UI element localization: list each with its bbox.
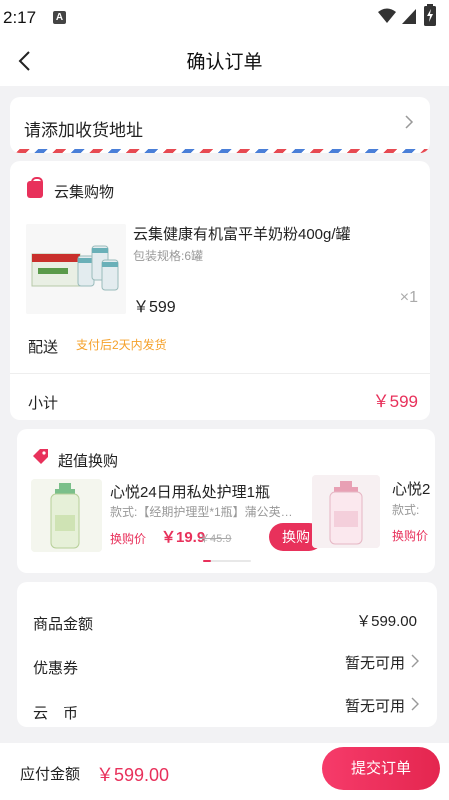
cloud-coin-label: 云 币 [33, 705, 79, 722]
status-time: 2:17 [3, 8, 37, 27]
product-name: 云集健康有机富平羊奶粉400g/罐 [133, 226, 351, 243]
cloud-coin-value[interactable]: 暂无可用 [345, 695, 405, 716]
shipping-label: 配送 [28, 339, 59, 356]
swap-price-label: 换购价 [392, 529, 429, 543]
chevron-right-icon[interactable] [411, 697, 419, 711]
swap-item-spec: 款式:【经期护理型*1瓶】蒲公英… [110, 505, 293, 519]
status-bar: 2:17 A [0, 0, 449, 36]
swap-original-price: ￥45.9 [199, 533, 232, 545]
product-price: ￥599 [133, 299, 176, 316]
notification-app-icon: A [53, 11, 66, 24]
wifi-icon [378, 8, 396, 23]
product-quantity: ×1 [399, 289, 418, 306]
divider [10, 373, 430, 374]
add-address-label: 请添加收货地址 [24, 121, 143, 140]
total-amount-value: ￥599.00 [96, 765, 170, 785]
chevron-right-icon [405, 115, 414, 129]
swap-item-name: 心悦2 [392, 481, 431, 498]
goods-amount-value: ￥599.00 [356, 613, 417, 630]
add-address-card[interactable]: 请添加收货地址 [10, 97, 430, 153]
swap-item-spec: 款式: [392, 503, 420, 517]
carousel-indicator [203, 560, 251, 562]
swap-deal-title: 超值换购 [58, 453, 119, 470]
swap-deal-card: 超值换购 心悦24日用私处护理1瓶 款式:【经期护理型*1瓶】蒲公英… 换购价 … [17, 429, 435, 573]
bottom-bar: 应付金额 ￥599.00 提交订单 [0, 743, 449, 800]
signal-icon [402, 9, 416, 24]
product-image[interactable] [26, 224, 126, 314]
subtotal-label: 小计 [28, 395, 59, 412]
subtotal-value: ￥599 [372, 392, 418, 411]
product-spec: 包装规格:6罐 [133, 249, 204, 263]
chevron-right-icon[interactable] [411, 654, 419, 668]
goods-amount-label: 商品金额 [33, 616, 94, 633]
shipping-note: 支付后2天内发货 [76, 338, 167, 352]
submit-order-button[interactable]: 提交订单 [322, 747, 440, 790]
airmail-stripe-divider [10, 149, 430, 153]
total-amount-label: 应付金额 [20, 766, 81, 783]
page-title: 确认订单 [186, 52, 263, 73]
coupon-label: 优惠券 [33, 660, 79, 677]
nav-bar: 确认订单 [0, 36, 449, 86]
swap-item-image[interactable] [31, 479, 102, 552]
amount-summary-card: 商品金额 ￥599.00 优惠券 暂无可用 云 币 暂无可用 [17, 582, 437, 727]
coupon-value[interactable]: 暂无可用 [345, 652, 405, 673]
battery-icon [424, 4, 436, 26]
swap-item-name: 心悦24日用私处护理1瓶 [110, 484, 271, 501]
price-tag-icon [33, 449, 48, 464]
swap-item-image[interactable] [312, 475, 380, 548]
swap-price-label: 换购价 [110, 532, 147, 546]
shop-name: 云集购物 [54, 184, 115, 201]
shop-order-card: 云集购物 云集健康有机富平羊奶粉400g/罐 包装规格:6罐 ￥599 ×1 配… [10, 161, 430, 420]
shopping-bag-icon [27, 177, 43, 198]
